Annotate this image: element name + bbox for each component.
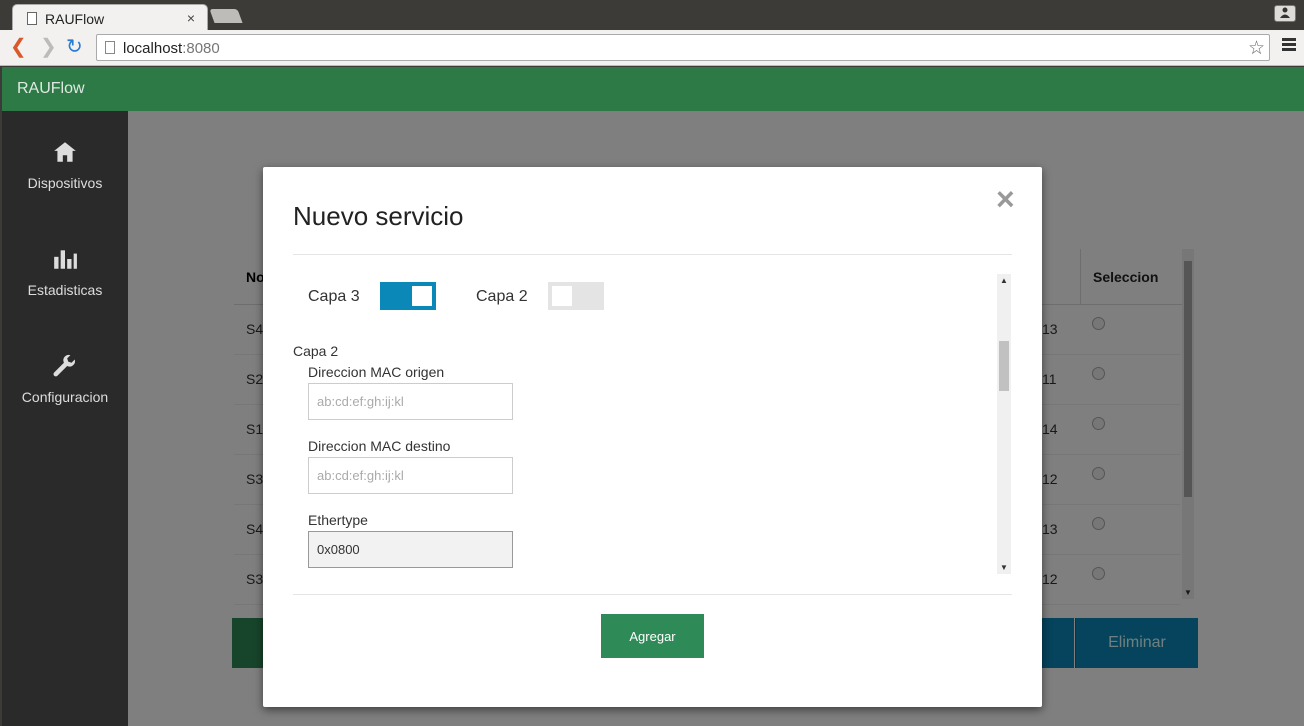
sidebar-item-label: Configuracion [21, 389, 109, 405]
modal-scrollbar[interactable]: ▲ ▼ [997, 274, 1011, 574]
close-icon[interactable]: × [996, 181, 1015, 218]
scrollbar-thumb[interactable] [999, 341, 1009, 391]
section-label: Capa 2 [293, 343, 339, 359]
toggle-label-capa2: Capa 2 [476, 288, 528, 305]
back-icon[interactable]: ❮ [10, 36, 27, 58]
app-brand[interactable]: RAUFlow [17, 80, 85, 98]
agregar-button[interactable]: Agregar [601, 614, 704, 658]
sidebar-item-label: Estadisticas [27, 282, 103, 298]
toggle-label-capa3: Capa 3 [308, 288, 360, 305]
browser-tab-bar: RAUFlow × [0, 0, 1304, 32]
forward-icon[interactable]: ❯ [40, 36, 57, 58]
mac-origen-input[interactable] [308, 383, 513, 420]
sidebar-item-dispositivos[interactable]: Dispositivos [2, 139, 128, 191]
new-service-modal: Nuevo servicio × Capa 3 Capa 2 Capa 2 Di… [263, 167, 1042, 707]
divider [293, 254, 1012, 255]
scroll-up-arrow-icon[interactable]: ▲ [1000, 276, 1008, 285]
toggle-capa2[interactable] [548, 282, 604, 310]
mac-destino-label: Direccion MAC destino [308, 438, 451, 454]
page-icon [27, 12, 37, 25]
tab-title: RAUFlow [45, 11, 105, 27]
sidebar-item-label: Dispositivos [27, 175, 103, 191]
reload-icon[interactable]: ↻ [66, 36, 83, 58]
bar-chart-icon [54, 250, 77, 269]
ethertype-label: Ethertype [308, 512, 368, 528]
browser-toolbar: ❮ ❯ ↻ localhost:8080 ☆ [0, 30, 1304, 66]
sidebar-item-estadisticas[interactable]: Estadisticas [2, 246, 128, 298]
wrench-icon [53, 354, 76, 377]
tab-close-icon[interactable]: × [187, 10, 195, 26]
home-icon [54, 142, 76, 162]
sidebar: Dispositivos Estadisticas Configuracion [2, 111, 128, 726]
sidebar-item-configuracion[interactable]: Configuracion [2, 353, 128, 405]
address-bar[interactable]: localhost:8080 ☆ [96, 34, 1270, 61]
mac-destino-input[interactable] [308, 457, 513, 494]
scroll-down-arrow-icon[interactable]: ▼ [1000, 563, 1008, 572]
page-icon [105, 41, 115, 54]
url-text[interactable]: localhost:8080 [123, 40, 220, 57]
toggle-knob [552, 286, 572, 306]
bookmark-star-icon[interactable]: ☆ [1248, 37, 1265, 60]
app-header: RAUFlow [2, 67, 1304, 111]
ethertype-input[interactable] [308, 531, 513, 568]
divider [293, 594, 1012, 595]
browser-tab[interactable]: RAUFlow × [12, 4, 208, 32]
mac-origen-label: Direccion MAC origen [308, 364, 445, 380]
profile-icon[interactable] [1274, 5, 1296, 22]
url-host: localhost [123, 40, 183, 57]
toggle-knob [412, 286, 432, 306]
modal-title: Nuevo servicio [293, 201, 464, 231]
browser-menu-icon[interactable] [1282, 38, 1296, 52]
toggle-capa3[interactable] [380, 282, 436, 310]
url-port: :8080 [182, 40, 220, 57]
new-tab-button[interactable] [209, 9, 243, 23]
